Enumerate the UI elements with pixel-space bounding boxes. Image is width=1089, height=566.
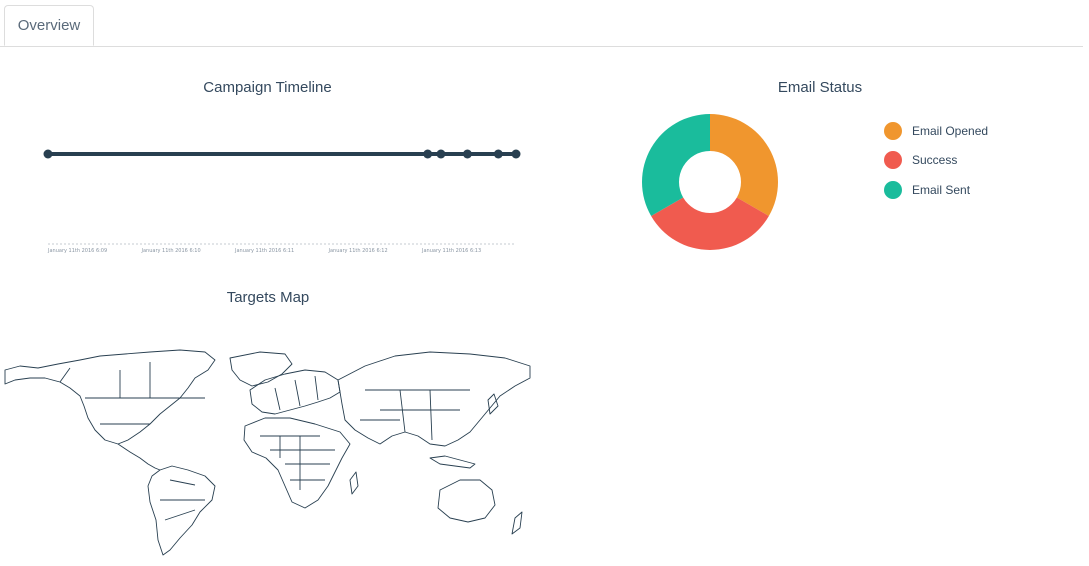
legend-swatch	[884, 151, 902, 170]
legend-label: Email Opened	[912, 123, 989, 138]
map-canada-internal	[59, 362, 205, 425]
legend-swatch	[884, 180, 902, 199]
tab-bar: Overview	[0, 0, 1083, 47]
map-south-america[interactable]	[147, 465, 216, 556]
timeline-event-point[interactable]	[493, 149, 503, 159]
map-europe[interactable]	[249, 369, 341, 415]
email-status-title: Email Status	[777, 79, 863, 96]
timeline-event-point[interactable]	[462, 149, 472, 159]
timeline-tick-label: January 11th 2016 6:13	[421, 248, 481, 254]
legend-item-success[interactable]: Success	[884, 146, 988, 176]
timeline-tick-label: January 11th 2016 6:12	[328, 248, 388, 254]
tab-overview[interactable]: Overview	[4, 5, 94, 46]
targets-world-map[interactable]	[0, 340, 540, 560]
legend-label: Email Sent	[912, 182, 971, 197]
timeline-event-point[interactable]	[423, 149, 433, 159]
map-asia[interactable]	[337, 351, 531, 447]
map-greenland[interactable]	[229, 351, 293, 387]
map-new-zealand[interactable]	[511, 511, 523, 535]
map-australia[interactable]	[437, 479, 496, 523]
legend-swatch	[884, 121, 902, 140]
timeline-tick-label: January 11th 2016 6:10	[141, 248, 201, 254]
targets-map-title: Targets Map	[226, 289, 310, 306]
timeline-tick-label: January 11th 2016 6:11	[234, 248, 294, 254]
timeline-event-point[interactable]	[511, 149, 521, 159]
map-asia-internal	[360, 389, 470, 441]
campaign-overview: Overview Campaign Timeline January 11th …	[0, 0, 1089, 566]
timeline-tick-label: January 11th 2016 6:09	[47, 248, 107, 254]
map-africa[interactable]	[243, 417, 351, 509]
map-indonesia[interactable]	[429, 455, 476, 469]
donut-slice-email-opened[interactable]	[710, 114, 778, 216]
legend-item-email-opened[interactable]: Email Opened	[884, 116, 988, 146]
email-status-legend: Email Opened Success Email Sent	[884, 116, 988, 205]
map-madagascar[interactable]	[349, 471, 359, 495]
timeline-event-point[interactable]	[43, 149, 53, 159]
timeline-title: Campaign Timeline	[203, 79, 332, 96]
legend-item-email-sent[interactable]: Email Sent	[884, 175, 988, 205]
map-north-america[interactable]	[4, 349, 216, 445]
timeline-chart: January 11th 2016 6:09 January 11th 2016 …	[43, 149, 521, 254]
email-status-donut	[642, 114, 778, 250]
legend-label: Success	[912, 153, 958, 168]
map-central-america[interactable]	[117, 443, 161, 471]
timeline-event-point[interactable]	[436, 149, 446, 159]
map-europe-internal	[274, 375, 319, 411]
donut-slice-email-sent[interactable]	[642, 114, 710, 216]
